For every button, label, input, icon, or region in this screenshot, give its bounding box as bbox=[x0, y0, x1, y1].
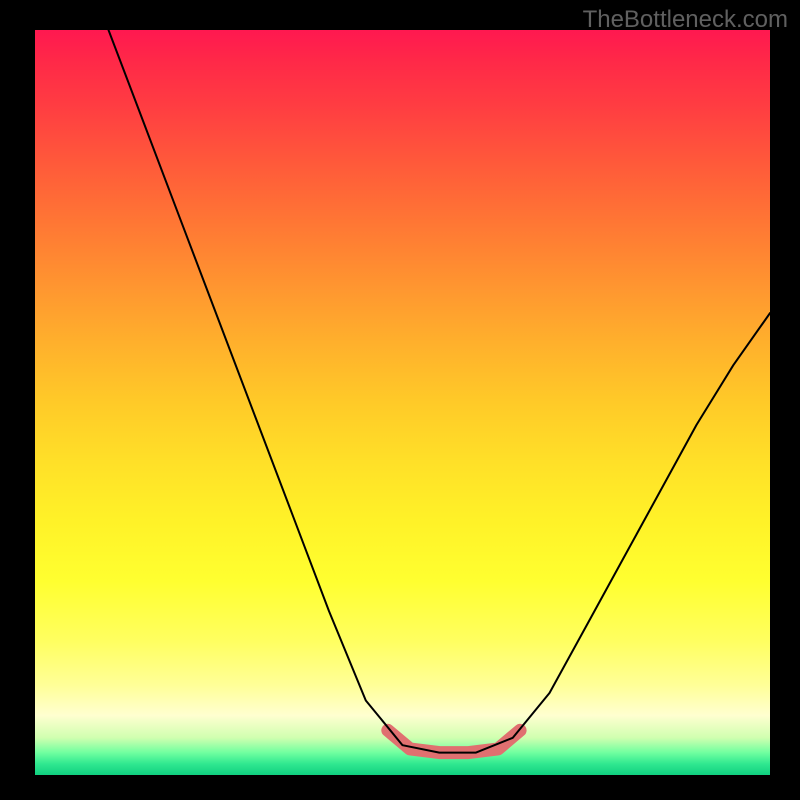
watermark-text: TheBottleneck.com bbox=[583, 6, 788, 34]
main-curve bbox=[109, 30, 771, 753]
chart-curves-svg bbox=[35, 30, 770, 775]
chart-plot-area bbox=[35, 30, 770, 775]
highlight-curve bbox=[388, 730, 520, 752]
